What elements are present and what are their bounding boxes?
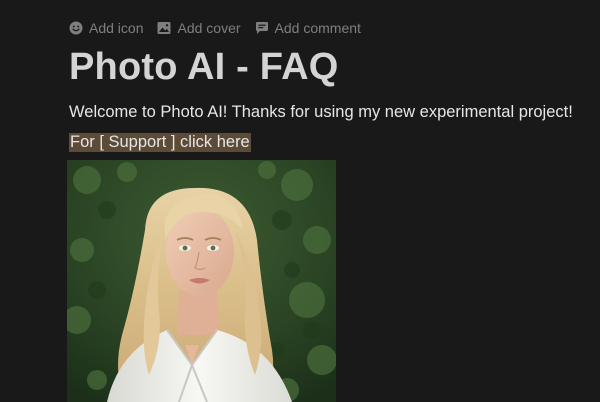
welcome-paragraph[interactable]: Welcome to Photo AI! Thanks for using my… <box>69 101 573 123</box>
add-comment-button[interactable]: Add comment <box>255 18 361 38</box>
page-title[interactable]: Photo AI - FAQ <box>69 44 338 90</box>
add-icon-button[interactable]: Add icon <box>69 18 143 38</box>
notion-page: Add icon Add cover Add comment Photo AI … <box>0 0 600 402</box>
support-link[interactable]: For [ Support ] click here <box>69 133 251 152</box>
add-cover-button[interactable]: Add cover <box>157 18 241 38</box>
comment-icon <box>255 21 269 35</box>
image-icon <box>157 21 171 35</box>
add-comment-label: Add comment <box>274 20 361 36</box>
page-controls: Add icon Add cover Add comment <box>69 18 361 38</box>
portrait-photo <box>67 160 336 402</box>
smiley-icon <box>69 21 83 35</box>
add-icon-label: Add icon <box>89 20 144 36</box>
add-cover-label: Add cover <box>177 20 241 36</box>
